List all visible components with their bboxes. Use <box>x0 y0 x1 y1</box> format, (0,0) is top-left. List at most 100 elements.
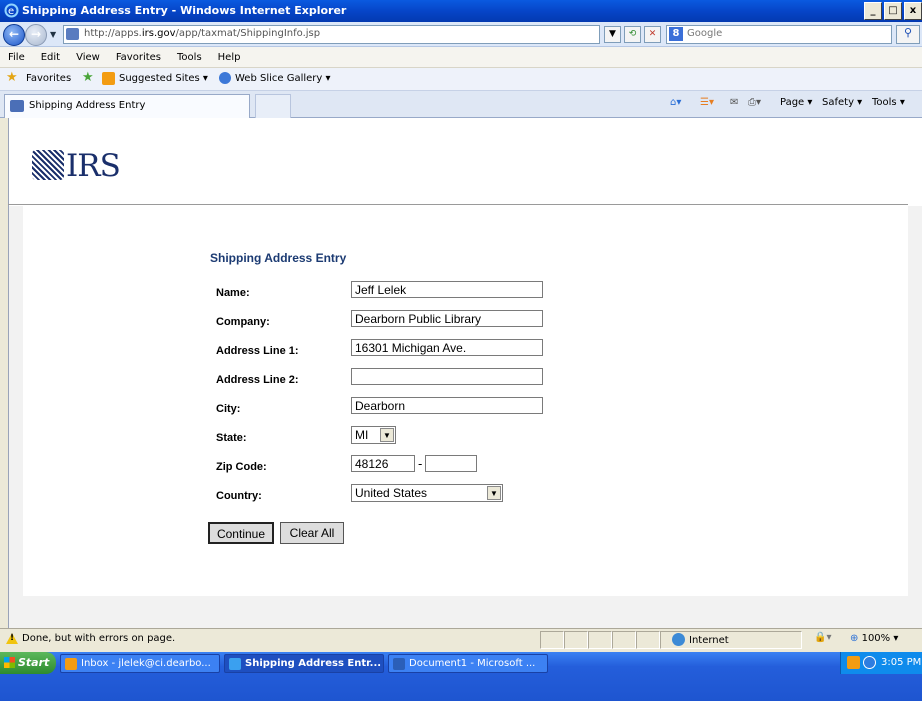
menu-tools[interactable]: Tools <box>169 52 210 63</box>
search-input[interactable]: 8 Google <box>666 25 892 44</box>
city-field[interactable]: Dearborn <box>351 397 543 414</box>
country-select[interactable]: United States ▼ <box>351 484 503 502</box>
city-label: City: <box>216 403 241 415</box>
menu-help[interactable]: Help <box>210 52 249 63</box>
close-button[interactable]: x <box>904 2 922 20</box>
status-message: Done, but with errors on page. <box>22 633 176 644</box>
status-cell <box>612 631 636 649</box>
google-icon: 8 <box>669 27 683 41</box>
add-favorite-icon[interactable]: ★ <box>82 70 94 85</box>
status-cell <box>540 631 564 649</box>
taskbar-item-ie[interactable]: Shipping Address Entr... <box>224 654 384 673</box>
zip-code-label: Zip Code: <box>216 461 267 473</box>
word-icon <box>393 658 405 670</box>
protected-mode-icon[interactable]: 🔒▾ <box>814 632 831 643</box>
feeds-icon[interactable]: ☰▾ <box>700 97 714 108</box>
back-arrow-icon: ← <box>9 27 20 41</box>
web-slice-gallery-link[interactable]: Web Slice Gallery ▾ <box>235 73 331 84</box>
window-title: Shipping Address Entry - Windows Interne… <box>22 4 347 17</box>
address-line-2-label: Address Line 2: <box>216 374 299 386</box>
status-bar: ! Done, but with errors on page. Interne… <box>0 628 922 650</box>
menu-edit[interactable]: Edit <box>33 52 68 63</box>
state-select[interactable]: MI ▼ <box>351 426 396 444</box>
security-zone[interactable]: Internet <box>672 633 729 646</box>
safety-menu[interactable]: Safety ▾ <box>822 97 862 108</box>
svg-text:e: e <box>8 6 14 17</box>
warning-icon[interactable]: ! <box>6 633 18 644</box>
taskbar-item-outlook[interactable]: Inbox - jlelek@ci.dearbo... <box>60 654 220 673</box>
outlook-tray-icon[interactable] <box>847 656 860 669</box>
irs-logo[interactable]: IRS <box>32 148 121 184</box>
menu-bar: File Edit View Favorites Tools Help <box>0 47 922 68</box>
irs-eagle-icon <box>32 150 64 180</box>
windows-taskbar: Start Inbox - jlelek@ci.dearbo... Shippi… <box>0 652 922 701</box>
suggested-sites-icon <box>102 72 115 85</box>
menu-view[interactable]: View <box>68 52 108 63</box>
clock[interactable]: 3:05 PM <box>881 657 921 668</box>
address-line-2-field[interactable] <box>351 368 543 385</box>
address-line-1-label: Address Line 1: <box>216 345 299 357</box>
forward-button[interactable]: → <box>25 24 47 46</box>
state-label: State: <box>216 432 247 444</box>
clear-all-button[interactable]: Clear All <box>280 522 344 544</box>
form-title: Shipping Address Entry <box>210 251 347 265</box>
web-slice-icon <box>219 72 231 84</box>
name-field[interactable]: Jeff Lelek <box>351 281 543 298</box>
messenger-tray-icon[interactable] <box>863 656 876 669</box>
name-label: Name: <box>216 287 250 299</box>
chevron-down-icon[interactable]: ▼ <box>487 486 501 500</box>
header-divider <box>8 204 908 205</box>
status-cell <box>636 631 660 649</box>
page-content: IRS Shipping Address Entry Name: Jeff Le… <box>8 118 922 628</box>
header-area <box>9 118 922 206</box>
address-line-1-field[interactable]: 16301 Michigan Ave. <box>351 339 543 356</box>
ie-logo-icon: e <box>4 3 19 18</box>
ie-taskbar-icon <box>229 658 241 670</box>
home-icon[interactable]: ⌂▾ <box>670 97 681 108</box>
page-menu[interactable]: Page ▾ <box>780 97 812 108</box>
search-icon[interactable]: ⚲ <box>896 25 920 44</box>
taskbar-item-word[interactable]: Document1 - Microsoft ... <box>388 654 548 673</box>
zip-code-field[interactable]: 48126 <box>351 455 415 472</box>
print-icon[interactable]: ⎙▾ <box>748 97 761 108</box>
suggested-sites-link[interactable]: Suggested Sites ▾ <box>119 73 208 84</box>
stop-icon[interactable]: ✕ <box>644 26 661 43</box>
status-cell <box>564 631 588 649</box>
tab-bar: Shipping Address Entry ⌂▾ ☰▾ ✉ ⎙▾ Page ▾… <box>0 91 922 118</box>
menu-favorites[interactable]: Favorites <box>108 52 169 63</box>
zoom-icon: ⊕ <box>850 633 859 644</box>
window-title-bar[interactable]: e Shipping Address Entry - Windows Inter… <box>0 0 922 22</box>
continue-button[interactable]: Continue <box>208 522 274 544</box>
site-favicon-icon <box>66 28 79 40</box>
address-dropdown-icon[interactable]: ▼ <box>604 26 621 43</box>
tools-menu[interactable]: Tools ▾ <box>872 97 905 108</box>
address-input[interactable]: http://apps.irs.gov/app/taxmat/ShippingI… <box>63 25 600 44</box>
tab-label: Shipping Address Entry <box>29 100 146 111</box>
mail-icon[interactable]: ✉ <box>730 97 738 108</box>
menu-file[interactable]: File <box>0 52 33 63</box>
country-value: United States <box>355 486 428 500</box>
recent-pages-dropdown-icon[interactable]: ▼ <box>50 30 56 39</box>
company-label: Company: <box>216 316 270 328</box>
back-button[interactable]: ← <box>3 24 25 46</box>
refresh-icon[interactable]: ⟲ <box>624 26 641 43</box>
outlook-icon <box>65 658 77 670</box>
globe-icon <box>672 633 685 646</box>
country-label: Country: <box>216 490 262 502</box>
minimize-button[interactable]: _ <box>864 2 882 20</box>
chevron-down-icon[interactable]: ▼ <box>380 428 394 442</box>
windows-flag-icon <box>4 657 15 668</box>
system-tray: 3:05 PM <box>840 652 922 674</box>
favorites-bar: ★ Favorites ★ Suggested Sites ▾ Web Slic… <box>0 68 922 91</box>
zoom-level[interactable]: ⊕ 100% ▾ <box>850 633 898 644</box>
navigation-bar: ← → ▼ http://apps.irs.gov/app/taxmat/Shi… <box>0 22 922 47</box>
zip-dash: - <box>418 457 423 471</box>
zip-extension-field[interactable] <box>425 455 477 472</box>
start-button[interactable]: Start <box>0 652 56 674</box>
tab-favicon-icon <box>10 100 24 112</box>
tab-shipping-address-entry[interactable]: Shipping Address Entry <box>4 94 250 118</box>
restore-button[interactable]: □ <box>884 2 902 20</box>
favorites-button[interactable]: Favorites <box>26 73 71 84</box>
company-field[interactable]: Dearborn Public Library <box>351 310 543 327</box>
new-tab-button[interactable] <box>255 94 291 118</box>
